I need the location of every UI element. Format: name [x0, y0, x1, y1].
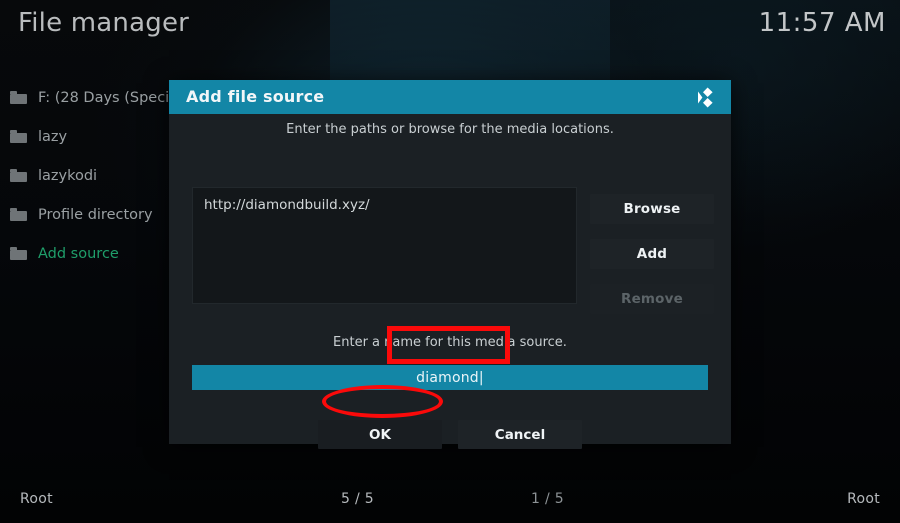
remove-button: Remove: [590, 284, 714, 314]
clock-label: 11:57 AM: [758, 8, 886, 38]
source-name-value: diamond|: [416, 369, 484, 386]
paths-listbox[interactable]: http://diamondbuild.xyz/: [192, 187, 577, 304]
list-item-label: lazy: [38, 128, 68, 145]
folder-icon: [10, 91, 27, 104]
list-item-label: Profile directory: [38, 206, 153, 223]
kodi-logo-icon: [695, 87, 717, 108]
name-hint-label: Enter a name for this media source.: [333, 335, 567, 350]
paths-hint-label: Enter the paths or browse for the media …: [286, 122, 614, 137]
folder-icon: [10, 130, 27, 143]
footer-left-path: Root: [20, 491, 53, 507]
dialog-body: Enter the paths or browse for the media …: [169, 114, 731, 449]
footer-left-count: 5 / 5: [341, 491, 374, 507]
dialog-title: Add file source: [186, 87, 325, 106]
add-button[interactable]: Add: [590, 239, 714, 269]
page-title: File manager: [18, 8, 190, 38]
window-header: File manager 11:57 AM: [0, 0, 900, 58]
add-file-source-dialog: Add file source Enter the paths or brows…: [169, 80, 731, 449]
footer-bar: Root 5 / 5 1 / 5 Root: [0, 481, 900, 523]
list-item-label: lazykodi: [38, 167, 98, 184]
folder-icon: [10, 208, 27, 221]
folder-icon: [10, 169, 27, 182]
ok-button[interactable]: OK: [318, 420, 442, 449]
list-item-label: Add source: [38, 245, 119, 262]
footer-right-path: Root: [847, 491, 880, 507]
footer-right-count: 1 / 5: [531, 491, 564, 507]
dialog-titlebar: Add file source: [169, 80, 731, 114]
browse-button[interactable]: Browse: [590, 194, 714, 224]
source-name-input[interactable]: diamond|: [192, 365, 708, 390]
path-list-item[interactable]: http://diamondbuild.xyz/: [204, 197, 370, 213]
cancel-button[interactable]: Cancel: [458, 420, 582, 449]
folder-icon: [10, 247, 27, 260]
